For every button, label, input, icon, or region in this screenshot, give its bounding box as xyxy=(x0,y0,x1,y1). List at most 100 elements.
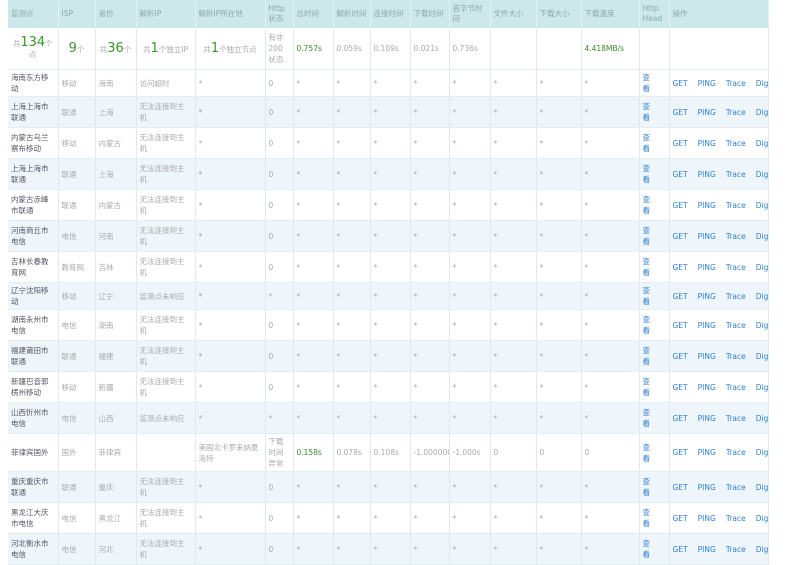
view-head-link[interactable]: 查看 xyxy=(643,226,651,246)
view-head-link[interactable]: 查看 xyxy=(643,408,651,428)
cell: 内蒙古赤峰市联通 xyxy=(8,189,59,221)
view-head-link[interactable]: 查看 xyxy=(643,315,651,335)
ping-link[interactable]: PING xyxy=(698,414,716,423)
view-head-link[interactable]: 查看 xyxy=(643,73,651,93)
view-head-link[interactable]: 查看 xyxy=(643,133,651,153)
ping-link[interactable]: PING xyxy=(698,383,716,392)
cell: * xyxy=(449,371,491,403)
get-link[interactable]: GET xyxy=(673,545,688,554)
view-head-link[interactable]: 查看 xyxy=(643,102,651,122)
get-link[interactable]: GET xyxy=(673,170,688,179)
dig-link[interactable]: Dig xyxy=(756,79,767,88)
table-row: 黑龙江大庆市电信 电信 黑龙江 无法连接到主机 * 0 * * * * * * * * 查看 GET PING T… xyxy=(8,502,769,534)
ping-link[interactable]: PING xyxy=(698,321,716,330)
view-head-link[interactable]: 查看 xyxy=(643,286,651,306)
actions-cell: GET PING Trace Dig xyxy=(669,433,769,472)
dig-link[interactable]: Dig xyxy=(756,414,767,423)
trace-link[interactable]: Trace xyxy=(726,514,746,523)
dig-link[interactable]: Dig xyxy=(756,483,767,492)
trace-link[interactable]: Trace xyxy=(726,414,746,423)
ping-link[interactable]: PING xyxy=(698,170,716,179)
trace-link[interactable]: Trace xyxy=(726,321,746,330)
ping-link[interactable]: PING xyxy=(698,448,716,457)
view-head-link[interactable]: 查看 xyxy=(643,508,651,528)
trace-link[interactable]: Trace xyxy=(726,483,746,492)
trace-link[interactable]: Trace xyxy=(726,108,746,117)
get-link[interactable]: GET xyxy=(673,79,688,88)
summary-http: 有非200状态 xyxy=(265,28,294,70)
head-cell: 查看 xyxy=(639,220,670,252)
ping-link[interactable]: PING xyxy=(698,514,716,523)
get-link[interactable]: GET xyxy=(673,483,688,492)
get-link[interactable]: GET xyxy=(673,383,688,392)
get-link[interactable]: GET xyxy=(673,514,688,523)
dig-link[interactable]: Dig xyxy=(756,108,767,117)
dig-link[interactable]: Dig xyxy=(756,170,767,179)
ping-link[interactable]: PING xyxy=(698,108,716,117)
cell: * xyxy=(449,340,491,372)
cell: * xyxy=(410,220,450,252)
trace-link[interactable]: Trace xyxy=(726,232,746,241)
get-link[interactable]: GET xyxy=(673,321,688,330)
ping-link[interactable]: PING xyxy=(698,79,716,88)
ping-link[interactable]: PING xyxy=(698,232,716,241)
trace-link[interactable]: Trace xyxy=(726,352,746,361)
ping-link[interactable]: PING xyxy=(698,139,716,148)
view-head-link[interactable]: 查看 xyxy=(643,346,651,366)
cell: * xyxy=(195,158,266,190)
ping-link[interactable]: PING xyxy=(698,352,716,361)
view-head-link[interactable]: 查看 xyxy=(643,539,651,559)
ping-link[interactable]: PING xyxy=(698,201,716,210)
ping-link[interactable]: PING xyxy=(698,292,716,301)
cell: * xyxy=(581,471,640,503)
ping-link[interactable]: PING xyxy=(698,263,716,272)
dig-link[interactable]: Dig xyxy=(756,321,767,330)
cell: * xyxy=(449,127,491,159)
dig-link[interactable]: Dig xyxy=(756,201,767,210)
ping-link[interactable]: PING xyxy=(698,483,716,492)
trace-link[interactable]: Trace xyxy=(726,545,746,554)
dig-link[interactable]: Dig xyxy=(756,383,767,392)
get-link[interactable]: GET xyxy=(673,292,688,301)
get-link[interactable]: GET xyxy=(673,414,688,423)
trace-link[interactable]: Trace xyxy=(726,292,746,301)
cell: * xyxy=(449,282,491,310)
trace-link[interactable]: Trace xyxy=(726,201,746,210)
get-link[interactable]: GET xyxy=(673,448,688,457)
trace-link[interactable]: Trace xyxy=(726,79,746,88)
view-head-link[interactable]: 查看 xyxy=(643,377,651,397)
view-head-link[interactable]: 查看 xyxy=(643,195,651,215)
view-head-link[interactable]: 查看 xyxy=(643,477,651,497)
get-link[interactable]: GET xyxy=(673,263,688,272)
dig-link[interactable]: Dig xyxy=(756,448,767,457)
dig-link[interactable]: Dig xyxy=(756,514,767,523)
trace-link[interactable]: Trace xyxy=(726,170,746,179)
cell: * xyxy=(536,220,582,252)
get-link[interactable]: GET xyxy=(673,108,688,117)
dig-link[interactable]: Dig xyxy=(756,292,767,301)
ping-link[interactable]: PING xyxy=(698,545,716,554)
cell: * xyxy=(490,158,537,190)
dig-link[interactable]: Dig xyxy=(756,263,767,272)
view-head-link[interactable]: 查看 xyxy=(643,443,651,463)
view-head-link[interactable]: 查看 xyxy=(643,164,651,184)
get-link[interactable]: GET xyxy=(673,232,688,241)
dig-link[interactable]: Dig xyxy=(756,545,767,554)
get-link[interactable]: GET xyxy=(673,201,688,210)
trace-link[interactable]: Trace xyxy=(726,139,746,148)
cell: * xyxy=(490,127,537,159)
trace-link[interactable]: Trace xyxy=(726,263,746,272)
cell: * xyxy=(293,371,334,403)
cell: * xyxy=(536,282,582,310)
dig-link[interactable]: Dig xyxy=(756,139,767,148)
get-link[interactable]: GET xyxy=(673,352,688,361)
dig-link[interactable]: Dig xyxy=(756,352,767,361)
cell: * xyxy=(195,69,266,97)
table-row: 菲律宾国外 国外 菲律宾 美国北卡罗来纳夏洛特 下载时间异常 0.158s 0.078s 0.… xyxy=(8,433,769,472)
view-head-link[interactable]: 查看 xyxy=(643,257,651,277)
dig-link[interactable]: Dig xyxy=(756,232,767,241)
trace-link[interactable]: Trace xyxy=(726,383,746,392)
get-link[interactable]: GET xyxy=(673,139,688,148)
trace-link[interactable]: Trace xyxy=(726,448,746,457)
table-row: 吉林长春教育网 教育网 吉林 无法连接到主机 * 0 * * * * * * * * 查看 GET PING Tr… xyxy=(8,251,769,283)
